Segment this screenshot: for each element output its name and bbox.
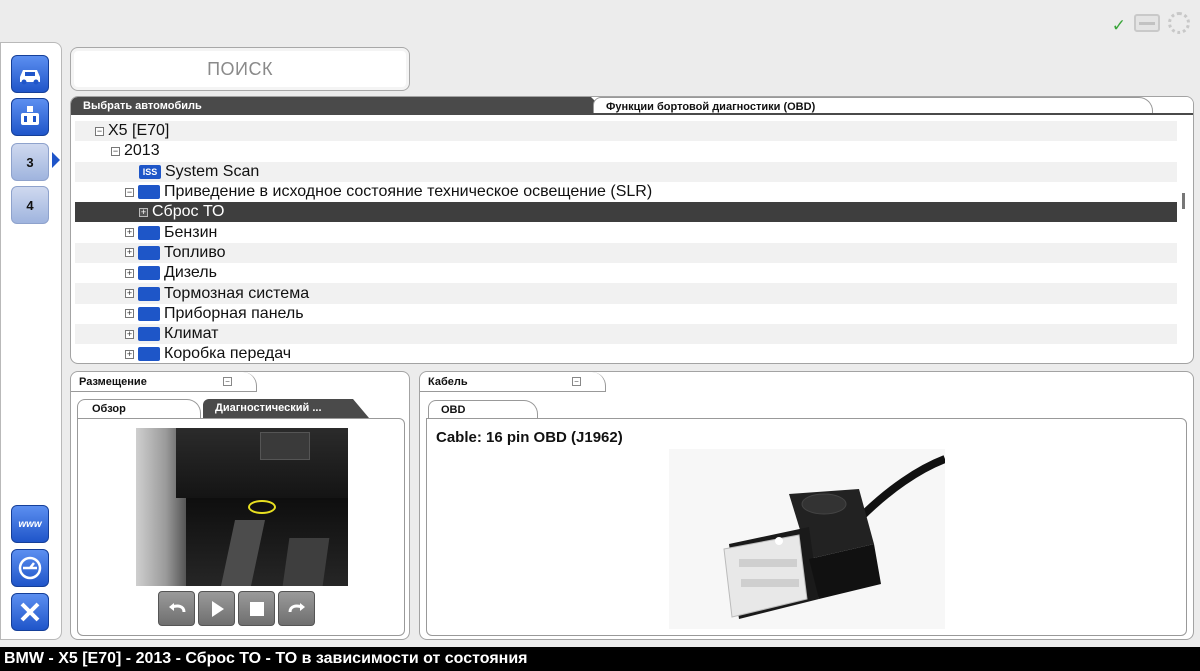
vehicle-tree-panel: Выбрать автомобиль Функции бортовой диаг…	[70, 96, 1194, 364]
expand-icon[interactable]: +	[125, 248, 134, 258]
vehicle-tree: − X5 [E70] −2013 ISS System Scan − Приведение …	[75, 121, 1177, 361]
spinner-icon	[1168, 12, 1190, 34]
forward-button[interactable]	[278, 591, 315, 626]
climate-icon	[138, 327, 160, 342]
fuel-icon	[138, 245, 160, 260]
diesel-glow-icon	[138, 266, 160, 281]
abs-icon	[138, 286, 160, 301]
tree-item[interactable]: + Сброс ТО	[75, 202, 1177, 223]
tree-item-label: Бензин	[164, 223, 218, 241]
placement-panel: Размещение − Обзор Диагностический ...	[70, 371, 410, 640]
expand-icon[interactable]: +	[125, 349, 134, 359]
close-icon	[20, 602, 40, 622]
step-4-icon: 4	[26, 197, 34, 213]
dashboard-icon	[138, 306, 160, 321]
placement-content	[77, 418, 405, 636]
search-input[interactable]	[71, 48, 409, 90]
cable-panel: Кабель − OBD Cable: 16 pin OBD (J1962)	[419, 371, 1194, 640]
status-icons: ✓	[1112, 10, 1190, 36]
sidebar: 3 4 www	[0, 42, 62, 640]
step-3-button[interactable]: 3	[11, 143, 49, 181]
collapse-icon[interactable]: −	[111, 146, 120, 156]
printer-icon[interactable]	[1134, 14, 1160, 32]
tree-item-label: Коробка передач	[164, 345, 292, 361]
placement-subtabs: Обзор Диагностический ...	[77, 399, 403, 419]
tree-item-label: Климат	[164, 325, 219, 343]
expand-icon[interactable]: +	[139, 207, 148, 217]
tree-item-label: 2013	[124, 142, 160, 160]
forward-icon	[288, 602, 305, 612]
tree-item[interactable]: −2013	[75, 141, 1177, 161]
wrench-icon	[138, 185, 160, 200]
top-tabbar: Выбрать автомобиль Функции бортовой диаг…	[71, 97, 1193, 115]
tree-item[interactable]: − X5 [E70]	[75, 121, 1177, 142]
exit-button[interactable]	[11, 593, 49, 631]
system-scan-icon: ISS	[139, 164, 161, 179]
connector-location-photo	[136, 428, 348, 586]
tree-item[interactable]: − Приведение в исходное состояние техниче…	[75, 182, 1177, 202]
tree-item[interactable]: + Бензин	[75, 222, 1177, 242]
tree-item-label: Приведение в исходное состояние техничес…	[164, 183, 653, 201]
vehicle-diagnostics-icon	[21, 106, 39, 125]
vehicle-diagnostics-button[interactable]	[11, 98, 49, 136]
collapse-icon[interactable]: −	[95, 126, 104, 136]
collapse-icon[interactable]: −	[125, 187, 134, 197]
tree-item-label: Дизель	[164, 264, 217, 282]
tree-item-label: Тормозная система	[164, 284, 310, 302]
obd-cable-image	[669, 449, 947, 629]
gearbox-icon	[138, 347, 160, 361]
media-controls	[158, 591, 315, 626]
tab-overview[interactable]: Обзор	[77, 399, 201, 418]
tree-item-label: X5 [E70]	[108, 122, 170, 140]
tree-scrollbar[interactable]	[1182, 193, 1185, 209]
settings-button[interactable]	[11, 549, 49, 587]
rewind-button[interactable]	[158, 591, 195, 626]
expand-icon[interactable]: +	[125, 289, 134, 299]
settings-icon	[18, 556, 42, 580]
placement-panel-title: Размещение	[79, 376, 147, 388]
tree-item[interactable]: + Климат	[75, 323, 1177, 345]
cable-panel-title: Кабель	[428, 376, 468, 388]
tree-item[interactable]: + Топливо	[75, 242, 1177, 264]
tree-item[interactable]: + Коробка передач	[75, 344, 1177, 361]
tab-underline	[71, 113, 1193, 115]
cable-collapse-icon[interactable]: −	[572, 377, 581, 386]
stop-icon	[249, 601, 264, 616]
tab-diagnostic-connector[interactable]: Диагностический ...	[203, 399, 369, 418]
play-button[interactable]	[198, 591, 235, 626]
car-icon	[20, 70, 40, 85]
tree-item-label: System Scan	[165, 162, 260, 180]
tree-item-label: Топливо	[164, 243, 226, 261]
stop-button[interactable]	[238, 591, 275, 626]
obd-location-marker	[248, 500, 276, 514]
tab-obd[interactable]: OBD	[428, 400, 538, 419]
search-box	[70, 47, 410, 91]
expand-icon[interactable]: +	[125, 228, 134, 238]
cable-content: Cable: 16 pin OBD (J1962)	[426, 418, 1187, 636]
step-3-icon: 3	[26, 154, 34, 170]
status-bar: BMW - X5 [E70] - 2013 - Сброс ТО - ТО в …	[0, 647, 1200, 671]
expand-icon[interactable]: +	[125, 309, 134, 319]
step-4-button[interactable]: 4	[11, 186, 49, 224]
tree-item-label: Сброс ТО	[152, 203, 225, 221]
www-icon: www	[18, 518, 42, 530]
tree-item[interactable]: + Тормозная система	[75, 283, 1177, 304]
expand-icon[interactable]: +	[125, 329, 134, 339]
www-button[interactable]: www	[11, 505, 49, 543]
tree-item-label: Приборная панель	[164, 304, 304, 322]
check-icon: ✓	[1111, 16, 1126, 35]
tree-item[interactable]: + Приборная панель	[75, 304, 1177, 324]
car-select-button[interactable]	[11, 55, 49, 93]
play-icon	[211, 600, 224, 617]
tree-item[interactable]: + Дизель	[75, 263, 1177, 283]
expand-icon[interactable]: +	[125, 268, 134, 278]
obd-connector-icon	[723, 455, 947, 619]
cable-description: Cable: 16 pin OBD (J1962)	[436, 429, 623, 446]
tree-item[interactable]: ISS System Scan	[75, 161, 1177, 182]
placement-collapse-icon[interactable]: −	[223, 377, 232, 386]
rewind-icon	[168, 602, 185, 612]
petrol-icon	[138, 225, 160, 240]
active-step-arrow	[52, 152, 60, 168]
